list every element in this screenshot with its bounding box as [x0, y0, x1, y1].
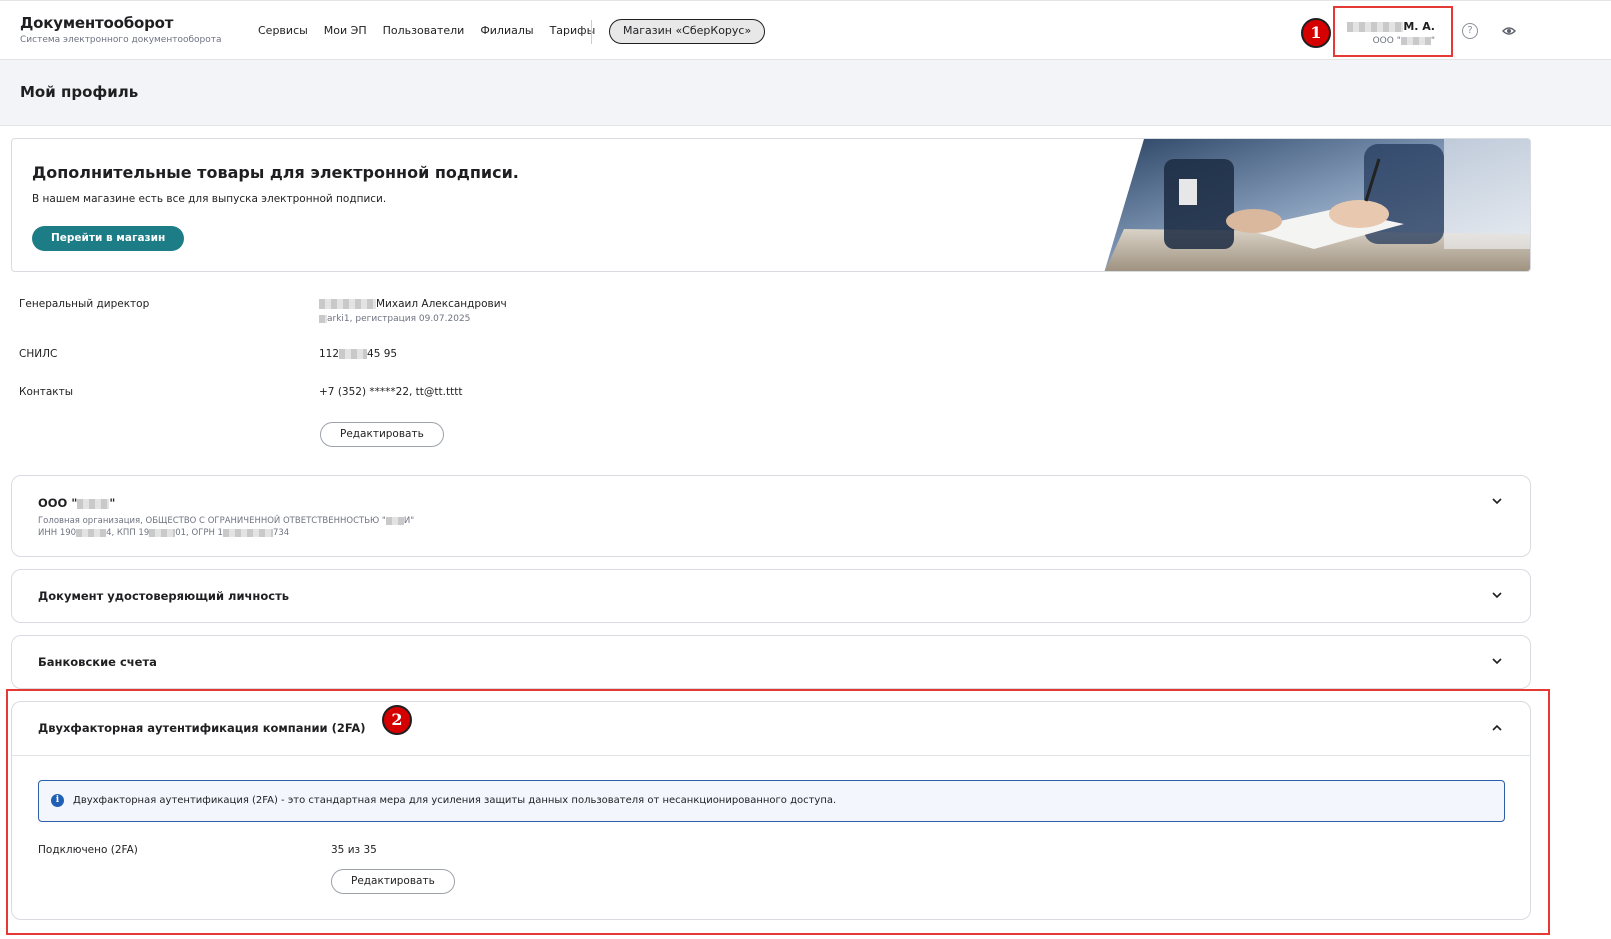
- tfa-card: Двухфакторная аутентификация компании (2…: [11, 701, 1531, 920]
- annotation-badge-2: 2: [382, 705, 412, 735]
- redacted-snils: [339, 349, 368, 359]
- tfa-title[interactable]: Двухфакторная аутентификация компании (2…: [38, 721, 366, 735]
- chevron-down-icon[interactable]: [1492, 592, 1502, 599]
- org-title: ООО " ": [38, 496, 116, 510]
- org-requisites: ИНН 190 4, КПП 19 01, ОГРН 1 734: [38, 528, 290, 538]
- brand-title[interactable]: Документооборот: [20, 14, 222, 32]
- tfa-divider: [12, 755, 1530, 756]
- redacted-surname: [319, 299, 376, 309]
- snils-value: 112 45 95: [319, 348, 398, 360]
- tfa-info-text: Двухфакторная аутентификация (2FA) - это…: [73, 795, 837, 806]
- nav-tariffs[interactable]: Тарифы: [550, 24, 596, 37]
- chevron-down-icon[interactable]: [1492, 658, 1502, 665]
- main-nav: Сервисы Мои ЭП Пользователи Филиалы Тари…: [258, 24, 611, 37]
- contacts-value: +7 (352) *****22, tt@tt.tttt: [319, 386, 463, 398]
- user-login-registration: arki1, регистрация 09.07.2025: [319, 314, 470, 324]
- contacts-label: Контакты: [19, 386, 74, 398]
- edit-profile-button[interactable]: Редактировать: [320, 422, 444, 447]
- page-title: Мой профиль: [20, 83, 139, 101]
- nav-my-signatures[interactable]: Мои ЭП: [324, 24, 367, 37]
- chevron-down-icon[interactable]: [1492, 498, 1502, 505]
- org-card[interactable]: ООО " " Головная организация, ОБЩЕСТВО С …: [11, 475, 1531, 557]
- brand[interactable]: Документооборот Система электронного док…: [20, 14, 222, 45]
- user-full-name: Михаил Александрович: [319, 298, 507, 310]
- page-title-band: Мой профиль: [0, 60, 1611, 126]
- identity-doc-title: Документ удостоверяющий личность: [38, 589, 290, 603]
- org-full-name: Головная организация, ОБЩЕСТВО С ОГРАНИЧ…: [38, 516, 415, 526]
- top-header: Документооборот Система электронного док…: [0, 0, 1611, 60]
- promo-text: В нашем магазине есть все для выпуска эл…: [32, 193, 387, 205]
- redacted-org-full: [385, 516, 404, 525]
- nav-services[interactable]: Сервисы: [258, 24, 308, 37]
- bank-accounts-card[interactable]: Банковские счета: [11, 635, 1531, 689]
- redacted-inn: [76, 528, 107, 537]
- promo-banner: Дополнительные товары для электронной по…: [11, 138, 1531, 272]
- redacted-login: [319, 314, 327, 323]
- tfa-connected-label: Подключено (2FA): [38, 844, 138, 856]
- promo-image: [1104, 139, 1530, 271]
- info-icon: i: [51, 794, 64, 807]
- redacted-surname: [1347, 22, 1404, 32]
- user-name[interactable]: М. А.: [1347, 20, 1435, 33]
- snils-label: СНИЛС: [19, 348, 58, 360]
- go-to-store-button[interactable]: Перейти в магазин: [32, 226, 185, 251]
- tfa-info-alert: i Двухфакторная аутентификация (2FA) - э…: [38, 780, 1505, 822]
- redacted-kpp: [149, 528, 176, 537]
- identity-doc-card[interactable]: Документ удостоверяющий личность: [11, 569, 1531, 623]
- edit-tfa-button[interactable]: Редактировать: [331, 869, 455, 894]
- nav-branches[interactable]: Филиалы: [480, 24, 533, 37]
- chevron-up-icon[interactable]: [1492, 724, 1502, 731]
- position-label: Генеральный директор: [19, 298, 150, 310]
- user-org: ООО " ": [1372, 36, 1435, 46]
- annotation-badge-1: 1: [1301, 18, 1331, 48]
- nav-divider: [591, 20, 592, 44]
- nav-users[interactable]: Пользователи: [383, 24, 465, 37]
- tfa-connected-value: 35 из 35: [331, 844, 377, 856]
- promo-title: Дополнительные товары для электронной по…: [32, 163, 519, 182]
- bank-accounts-title: Банковские счета: [38, 655, 157, 669]
- brand-subtitle: Система электронного документооборота: [20, 35, 222, 45]
- redacted-ogrn: [222, 528, 273, 537]
- eye-icon[interactable]: [1502, 25, 1516, 37]
- redacted-org: [1400, 36, 1431, 45]
- store-button[interactable]: Магазин «СберКорус»: [609, 19, 766, 44]
- redacted-org-name: [77, 498, 110, 509]
- user-menu[interactable]: М. А. ООО " ": [1333, 6, 1453, 57]
- help-icon[interactable]: ?: [1462, 23, 1478, 39]
